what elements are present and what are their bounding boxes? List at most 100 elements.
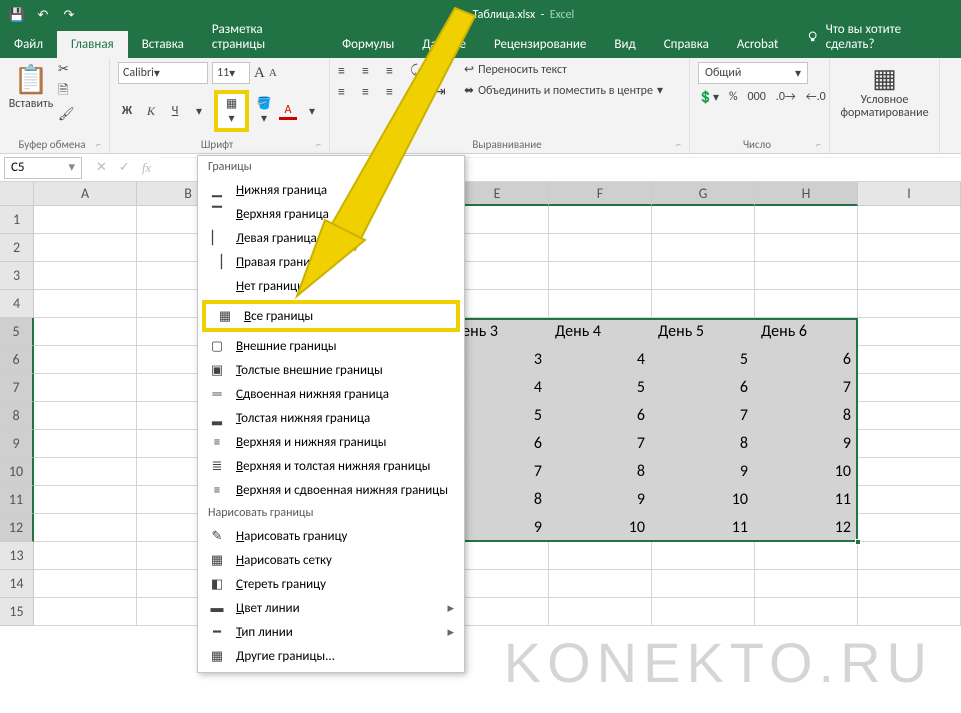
menu-item[interactable]: ✎Нарисовать границу xyxy=(198,524,464,548)
cell[interactable] xyxy=(549,234,652,262)
cell[interactable] xyxy=(34,318,137,346)
cell[interactable] xyxy=(755,598,858,626)
redo-icon[interactable]: ↷ xyxy=(60,6,78,24)
col-header-F[interactable]: F xyxy=(549,182,652,206)
col-header-H[interactable]: H xyxy=(755,182,858,206)
tab-review[interactable]: Рецензирование xyxy=(480,31,600,58)
indent-dec-icon[interactable]: ⇤ xyxy=(410,83,428,100)
row-header[interactable]: 10 xyxy=(0,458,34,486)
cell[interactable] xyxy=(34,486,137,514)
row-header[interactable]: 1 xyxy=(0,206,34,234)
copy-icon[interactable]: 🗎 xyxy=(58,81,75,103)
row-header[interactable]: 4 xyxy=(0,290,34,318)
cell[interactable] xyxy=(34,346,137,374)
cell[interactable] xyxy=(858,570,961,598)
menu-item[interactable]: Нет границы xyxy=(198,274,464,298)
cell[interactable] xyxy=(549,290,652,318)
cell[interactable] xyxy=(549,206,652,234)
tab-page-layout[interactable]: Разметка страницы xyxy=(198,16,328,58)
cell[interactable] xyxy=(652,290,755,318)
menu-item[interactable]: ═Сдвоенная нижняя граница xyxy=(198,382,464,406)
cell[interactable]: 5 xyxy=(652,346,755,374)
indent-inc-icon[interactable]: ⇥ xyxy=(434,83,452,100)
save-icon[interactable]: 💾 xyxy=(8,6,26,24)
align-bottom-icon[interactable]: ≡ xyxy=(386,62,404,79)
cancel-icon[interactable]: ✕ xyxy=(96,160,107,176)
cell[interactable] xyxy=(549,542,652,570)
fx-icon[interactable]: fx xyxy=(142,160,151,176)
cell[interactable] xyxy=(858,318,961,346)
cell[interactable] xyxy=(34,514,137,542)
cell[interactable] xyxy=(34,402,137,430)
cell[interactable] xyxy=(858,234,961,262)
align-top-icon[interactable]: ≡ xyxy=(338,62,356,79)
cell[interactable] xyxy=(549,598,652,626)
row-header[interactable]: 12 xyxy=(0,514,34,542)
cell[interactable] xyxy=(652,542,755,570)
cell[interactable]: 10 xyxy=(652,486,755,514)
underline-button[interactable]: Ч xyxy=(166,104,184,118)
fill-color-icon[interactable]: 🪣▾ xyxy=(255,96,273,126)
row-header[interactable]: 14 xyxy=(0,570,34,598)
cell[interactable] xyxy=(549,570,652,598)
col-header-I[interactable]: I xyxy=(858,182,961,206)
cell[interactable] xyxy=(755,206,858,234)
spreadsheet-grid[interactable]: ABCDEFGHI 12345День 1День 2День 3День 4Д… xyxy=(0,182,961,626)
cell[interactable] xyxy=(755,290,858,318)
row-header[interactable]: 9 xyxy=(0,430,34,458)
conditional-formatting-icon[interactable]: ▦ xyxy=(872,62,897,94)
comma-icon[interactable]: 000 xyxy=(748,90,766,105)
cell[interactable] xyxy=(858,430,961,458)
menu-item[interactable]: ▬Цвет линии▸ xyxy=(198,596,464,620)
menu-item[interactable]: ▕Правая граница xyxy=(198,250,464,274)
menu-item[interactable]: ▦Все границы xyxy=(202,300,460,332)
row-header[interactable]: 8 xyxy=(0,402,34,430)
cell[interactable]: 8 xyxy=(755,402,858,430)
cell[interactable]: 7 xyxy=(549,430,652,458)
cell[interactable] xyxy=(858,598,961,626)
cell[interactable]: 10 xyxy=(755,458,858,486)
menu-item[interactable]: ▏Левая граница xyxy=(198,226,464,250)
shrink-font-icon[interactable]: A xyxy=(269,67,277,79)
cell[interactable] xyxy=(652,234,755,262)
cell[interactable]: 9 xyxy=(755,430,858,458)
font-color-icon[interactable]: A xyxy=(279,103,297,120)
cell[interactable]: 4 xyxy=(549,346,652,374)
cell[interactable] xyxy=(858,374,961,402)
tab-view[interactable]: Вид xyxy=(600,31,649,58)
cell[interactable] xyxy=(755,234,858,262)
cell[interactable] xyxy=(652,570,755,598)
cell[interactable] xyxy=(34,598,137,626)
tab-formulas[interactable]: Формулы xyxy=(328,31,408,58)
cell[interactable]: 12 xyxy=(755,514,858,542)
menu-item[interactable]: ▁Нижняя граница xyxy=(198,178,464,202)
menu-item[interactable]: ▦Другие границы... xyxy=(198,644,464,668)
font-name-combo[interactable]: Calibri ▾ xyxy=(118,62,208,84)
cell[interactable] xyxy=(34,570,137,598)
cell[interactable] xyxy=(858,290,961,318)
menu-item[interactable]: ≣Верхняя и толстая нижняя границы xyxy=(198,454,464,478)
font-size-combo[interactable]: 11 ▾ xyxy=(212,62,250,84)
cell[interactable] xyxy=(652,262,755,290)
cell[interactable]: 7 xyxy=(755,374,858,402)
cell[interactable]: День 5 xyxy=(652,318,755,346)
row-header[interactable]: 15 xyxy=(0,598,34,626)
cell[interactable]: 6 xyxy=(549,402,652,430)
cell[interactable] xyxy=(858,206,961,234)
cell[interactable] xyxy=(34,262,137,290)
paste-button[interactable]: 📋 Вставить xyxy=(8,62,54,111)
tab-file[interactable]: Файл xyxy=(0,31,57,58)
enter-icon[interactable]: ✓ xyxy=(119,160,130,176)
grow-font-icon[interactable]: A xyxy=(254,65,265,82)
conditional-formatting-label[interactable]: Условное форматирование xyxy=(838,94,931,120)
cell[interactable]: 10 xyxy=(549,514,652,542)
row-header[interactable]: 11 xyxy=(0,486,34,514)
align-left-icon[interactable]: ≡ xyxy=(338,83,356,100)
bold-button[interactable]: Ж xyxy=(118,104,136,118)
cell[interactable] xyxy=(652,598,755,626)
menu-item[interactable]: ▦Нарисовать сетку xyxy=(198,548,464,572)
selection-handle[interactable] xyxy=(855,539,861,545)
align-middle-icon[interactable]: ≡ xyxy=(362,62,380,79)
cell[interactable]: 6 xyxy=(755,346,858,374)
cut-icon[interactable]: ✂ xyxy=(58,62,75,77)
